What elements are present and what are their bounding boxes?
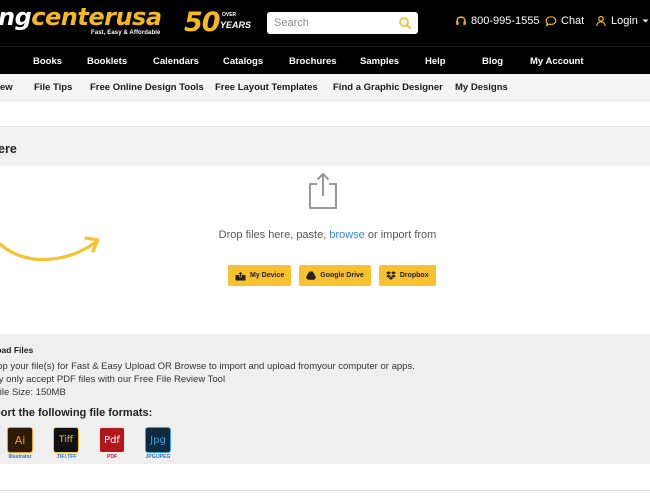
tiff-file-icon: Tiff xyxy=(53,427,79,453)
upload-info-section: load Files rop your file(s) for Fast & E… xyxy=(0,334,650,464)
format-pdf: Pdf PDF xyxy=(97,427,127,460)
file-formats-list: Ai Illustrator Tiff .TIF/.TFF Pdf PDF Jp… xyxy=(5,427,173,460)
format-caption: .TIF/.TFF xyxy=(55,454,77,460)
my-device-label: My Device xyxy=(250,272,285,279)
google-drive-button[interactable]: Google Drive xyxy=(299,265,371,286)
dropbox-button[interactable]: Dropbox xyxy=(378,265,436,286)
search-input[interactable] xyxy=(274,15,394,31)
user-icon xyxy=(595,15,607,27)
subnav-layout-templates[interactable]: Free Layout Templates xyxy=(215,82,318,93)
format-caption: PDF xyxy=(107,454,117,460)
format-tiff: Tiff .TIF/.TFF xyxy=(51,427,81,460)
nav-brochures[interactable]: Brochures xyxy=(289,56,337,67)
pdf-file-icon: Pdf xyxy=(99,427,125,453)
phone-number: 800-995-1555 xyxy=(471,15,540,27)
subnav-graphic-designer[interactable]: Find a Graphic Designer xyxy=(333,82,443,93)
top-header: ngcenterusa Fast, Easy & Affordable 50 O… xyxy=(0,0,650,46)
format-caption: JPG/JPEG xyxy=(145,454,171,460)
google-drive-icon xyxy=(306,271,317,280)
illustrator-file-icon: Ai xyxy=(7,427,33,453)
login-menu[interactable]: Login xyxy=(595,15,649,27)
info-line-2: tly only accept PDF files with our Free … xyxy=(0,374,226,385)
jpg-file-icon: Jpg xyxy=(145,427,171,453)
sub-nav: ew File Tips Free Online Design Tools Fr… xyxy=(0,74,650,101)
upload-files-heading: load Files xyxy=(0,345,34,355)
subnav-my-designs[interactable]: My Designs xyxy=(455,82,508,93)
site-logo[interactable]: ngcenterusa xyxy=(0,4,162,30)
dropbox-icon xyxy=(385,271,396,280)
info-line-3: File Size: 150MB xyxy=(0,387,66,398)
nav-help[interactable]: Help xyxy=(425,56,446,67)
upload-share-icon xyxy=(307,170,339,210)
search-icon[interactable] xyxy=(398,16,412,30)
subnav-file-tips[interactable]: File Tips xyxy=(34,82,72,93)
drop-text-before: Drop files here, paste, xyxy=(218,229,330,241)
file-formats-heading: port the following file formats: xyxy=(0,407,153,419)
main-nav: Books Booklets Calendars Catalogs Brochu… xyxy=(0,46,650,74)
nav-blog[interactable]: Blog xyxy=(482,56,503,67)
chat-bubble-icon xyxy=(545,15,557,27)
section-title: ere xyxy=(0,142,17,156)
caret-down-icon xyxy=(642,18,649,24)
browse-link[interactable]: browse xyxy=(329,229,364,241)
drop-instructions: Drop files here, paste, browse or import… xyxy=(0,229,650,241)
logo-text-yellow: centerusa xyxy=(31,3,162,31)
search-box xyxy=(267,12,418,34)
format-jpg: Jpg JPG/JPEG xyxy=(143,427,173,460)
headset-icon xyxy=(455,15,467,27)
format-caption: Illustrator xyxy=(8,454,32,460)
badge-word: YEARS xyxy=(220,20,252,30)
google-drive-label: Google Drive xyxy=(320,272,364,279)
nav-samples[interactable]: Samples xyxy=(360,56,399,67)
chat-label: Chat xyxy=(561,15,585,27)
file-drop-zone[interactable]: Drop files here, paste, browse or import… xyxy=(0,166,650,334)
info-line-1: rop your file(s) for Fast & Easy Upload … xyxy=(0,361,415,372)
subnav-overview[interactable]: ew xyxy=(0,82,13,93)
format-illustrator: Ai Illustrator xyxy=(5,427,35,460)
phone-link[interactable]: 800-995-1555 xyxy=(455,15,540,27)
my-device-button[interactable]: My Device xyxy=(228,265,292,286)
login-label: Login xyxy=(611,15,638,27)
device-upload-icon xyxy=(235,270,246,281)
upload-title-band: ere xyxy=(0,126,650,166)
subnav-design-tools[interactable]: Free Online Design Tools xyxy=(90,82,204,93)
dropbox-label: Dropbox xyxy=(399,272,429,279)
logo-text-white: ng xyxy=(0,3,32,31)
drop-text-after: or import from xyxy=(364,229,437,241)
nav-booklets[interactable]: Booklets xyxy=(87,56,127,67)
fifty-years-badge: 50 OVER YEARS xyxy=(184,7,251,38)
nav-catalogs[interactable]: Catalogs xyxy=(223,56,263,67)
nav-my-account[interactable]: My Account xyxy=(530,56,583,67)
badge-over: OVER xyxy=(222,12,237,18)
chat-link[interactable]: Chat xyxy=(545,15,584,27)
bottom-divider xyxy=(0,490,650,491)
import-source-buttons: My Device Google Drive Dropbox xyxy=(228,265,436,286)
nav-calendars[interactable]: Calendars xyxy=(153,56,199,67)
nav-books[interactable]: Books xyxy=(33,56,62,67)
badge-number: 50 xyxy=(184,7,221,38)
logo-tagline: Fast, Easy & Affordable xyxy=(91,30,161,36)
